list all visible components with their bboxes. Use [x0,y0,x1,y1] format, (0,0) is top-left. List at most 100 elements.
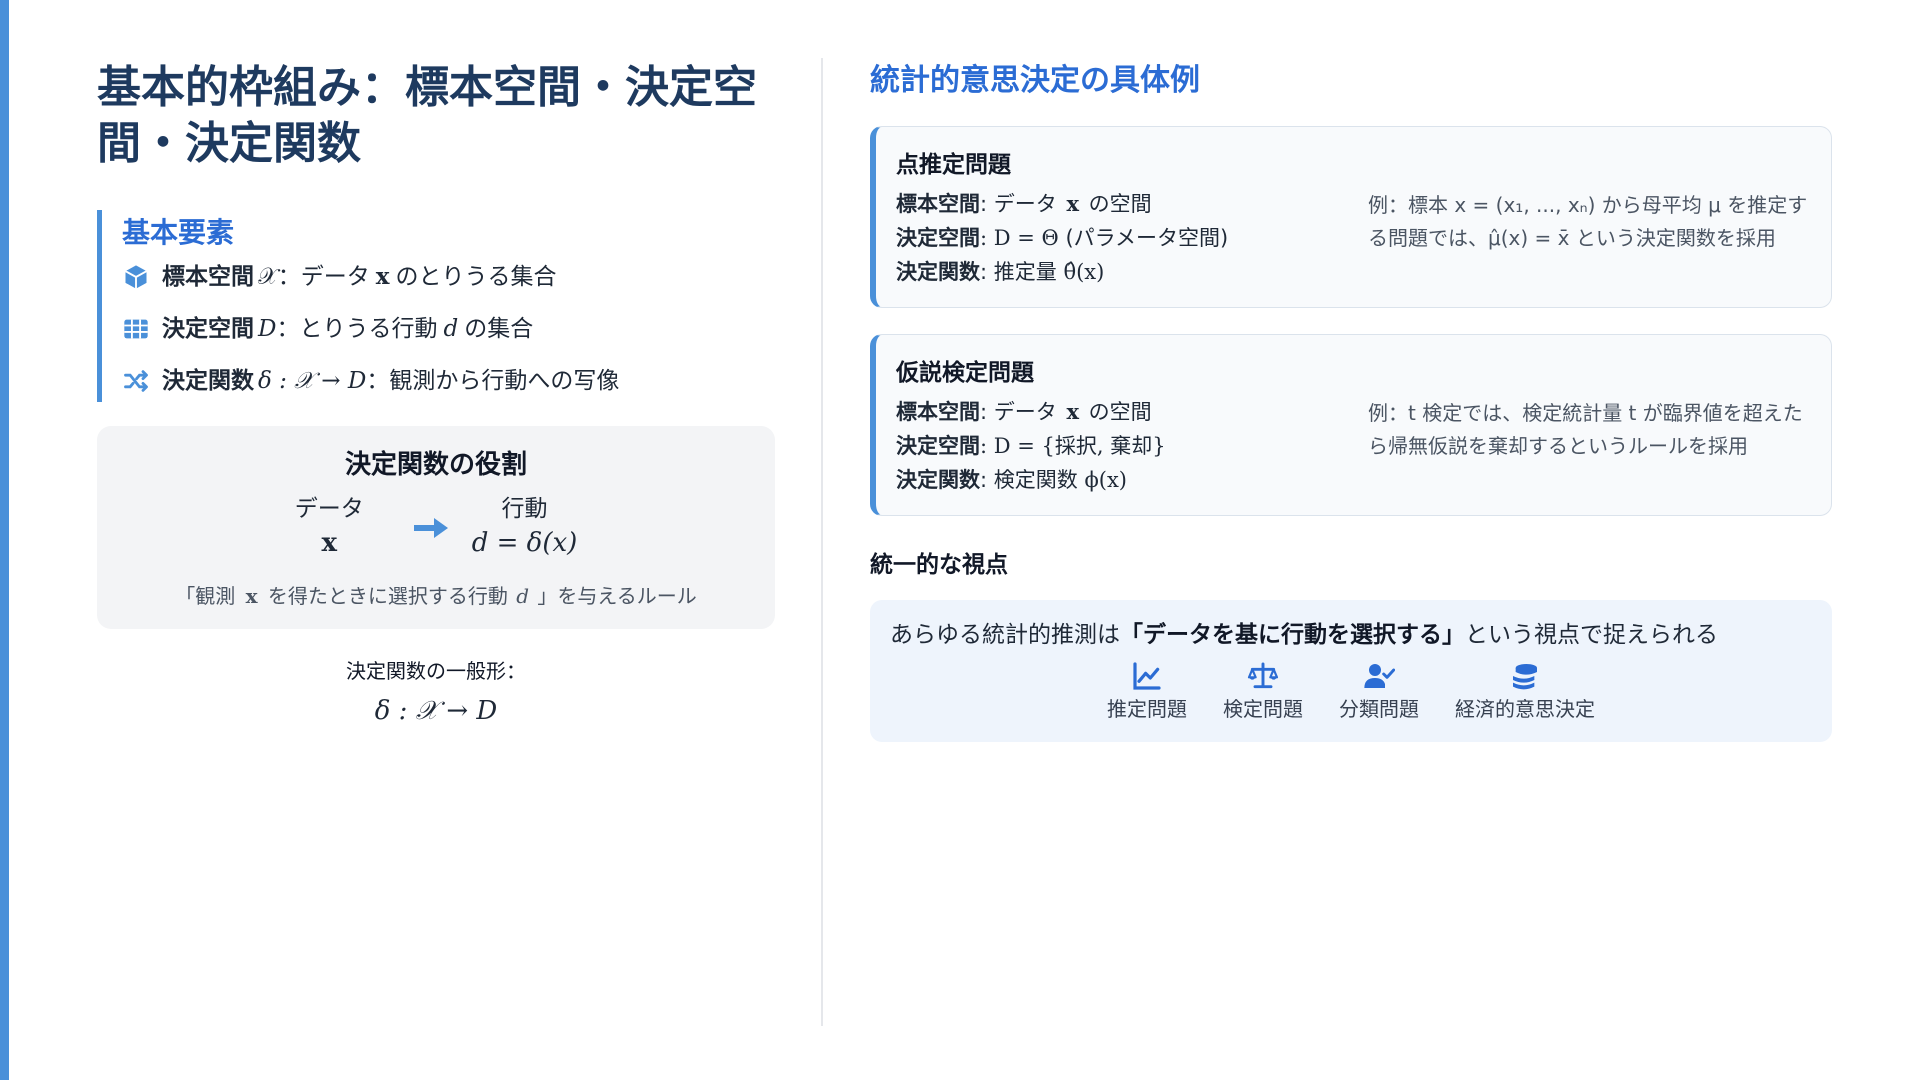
right-column: 統計的意思決定の具体例 点推定問題 標本空間: データ x の空間 決定空間: … [870,60,1832,742]
card-sample-var: x [1066,191,1079,216]
decision-function-role-card: 決定関数の役割 データ x 行動 d = δ(x) 「観測 x を得たときに選択… [97,426,775,629]
card-decision-function: 決定関数: 検定関数 ϕ(x) [896,463,1368,497]
basic-item-symbol: 𝒳 [258,264,278,290]
left-accent-bar [0,0,9,1080]
basic-item-text-b: の集合 [464,316,534,342]
card-func-label: 決定関数 [896,260,980,284]
unified-view-box: あらゆる統計的推測は「データを基に行動を選択する」という視点で捉えられる 推定問… [870,600,1832,742]
cube-icon [125,265,147,289]
role-note-post: 」を与えるルール [537,584,697,608]
card-sample-var: x [1066,399,1079,424]
card-func-pre: : 検定関数 [980,468,1078,492]
balance-scale-icon [1247,662,1279,689]
basic-elements-heading: 基本要素 [122,216,235,249]
chip-label: 経済的意思決定 [1455,697,1595,721]
examples-heading: 統計的意思決定の具体例 [870,63,1200,98]
role-output: 行動 d = δ(x) [472,494,578,562]
role-input-symbol: x [321,528,337,558]
table-icon [124,319,148,339]
card-decision-math: : D = {採択, 棄却} [980,434,1166,458]
shuffle-icon [124,370,148,392]
card-func-label: 決定関数 [896,468,980,492]
card-body: 標本空間: データ x の空間 決定空間: D = {採択, 棄却} 決定関数:… [896,395,1811,497]
general-form-formula: δ : 𝒳 → D [374,696,498,726]
role-note-mid: を得たときに選択する行動 [267,584,508,608]
unified-text-pre: あらゆる統計的推測は [890,622,1120,648]
coins-icon [1513,664,1537,690]
card-decision-math: : D = Θ [980,226,1059,250]
card-decision-post: (パラメータ空間) [1065,226,1229,250]
chip-estimation: 推定問題 [1107,660,1187,724]
card-sample-post: の空間 [1088,400,1152,424]
basic-elements-section: 基本要素 標本空間 𝒳 ： データ x のとりうる集合 決定空間 D ： とりう… [97,210,775,402]
chip-label: 検定問題 [1223,697,1303,721]
unified-view-text: あらゆる統計的推測は「データを基に行動を選択する」という視点で捉えられる [890,618,1812,652]
card-example: 例：標本 x = (x₁, ..., xₙ) から母平均 μ を推定する問題では… [1368,193,1808,250]
unified-text-post: という視点で捉えられる [1465,622,1718,648]
basic-item-symbol: δ : 𝒳 → D [258,368,367,394]
card-sample-pre: : データ [980,192,1057,216]
point-estimation-card: 点推定問題 標本空間: データ x の空間 決定空間: D = Θ (パラメータ… [870,126,1832,308]
card-sample-pre: : データ [980,400,1057,424]
basic-item-label: 決定関数 [162,368,254,394]
card-sample-space: 標本空間: データ x の空間 [896,187,1368,221]
role-note: 「観測 x を得たときに選択する行動 d 」を与えるルール [97,580,775,609]
basic-item-symbol: D [258,316,277,342]
card-title: 点推定問題 [896,152,1011,178]
basic-item-var: x [375,263,390,290]
chip-classification: 分類問題 [1339,660,1419,724]
basic-item-label: 決定空間 [162,316,254,342]
role-note-pre: 「観測 [175,584,236,608]
card-definitions: 標本空間: データ x の空間 決定空間: D = {採択, 棄却} 決定関数:… [896,395,1368,497]
role-heading: 決定関数の役割 [344,450,527,480]
card-decision-function: 決定関数: 推定量 θ̂(x) [896,255,1368,289]
role-note-var2: d [516,584,530,608]
hypothesis-test-card: 仮説検定問題 標本空間: データ x の空間 決定空間: D = {採択, 棄却… [870,334,1832,516]
card-title: 仮説検定問題 [896,360,1034,386]
unified-view-heading: 統一的な視点 [870,552,1008,578]
card-decision-space: 決定空間: D = {採択, 棄却} [896,429,1368,463]
role-input: データ x [295,494,364,562]
basic-item-decision-function: 決定関数 δ : 𝒳 → D ： 観測から行動への写像 [122,366,775,396]
card-func-math: θ̂(x) [1063,260,1105,284]
basic-item-sample-space: 標本空間 𝒳 ： データ x のとりうる集合 [122,262,775,292]
line-chart-icon [1133,662,1161,690]
basic-item-label: 標本空間 [162,264,254,290]
role-output-symbol: d = δ(x) [471,528,578,558]
role-note-var1: x [245,584,258,608]
general-form: 決定関数の一般形： δ : 𝒳 → D [97,657,775,731]
problem-types: 推定問題 検定問題 分類問題 経済的意思決定 [890,660,1812,724]
basic-item-text-a: データ [300,264,370,290]
general-form-label: 決定関数の一般形： [346,659,526,683]
unified-text-bold: 「データを基に行動を選択する」 [1120,622,1465,648]
basic-item-var: d [443,316,459,342]
basic-item-text-a: 観測から行動への写像 [389,368,620,394]
basic-item-decision-space: 決定空間 D ： とりうる行動 d の集合 [122,314,775,344]
user-check-icon [1364,664,1395,688]
card-body: 標本空間: データ x の空間 決定空間: D = Θ (パラメータ空間) 決定… [896,187,1811,289]
role-input-label: データ [294,496,364,522]
card-decision-space: 決定空間: D = Θ (パラメータ空間) [896,221,1368,255]
left-column: 基本的枠組み：標本空間・決定空間・決定関数 基本要素 標本空間 𝒳 ： データ … [97,60,775,731]
card-sample-label: 標本空間 [896,192,980,216]
chip-label: 推定問題 [1107,697,1187,721]
basic-item-text-b: のとりうる集合 [395,264,557,290]
card-sample-post: の空間 [1088,192,1152,216]
arrow-right-icon [413,518,448,538]
card-sample-space: 標本空間: データ x の空間 [896,395,1368,429]
chip-testing: 検定問題 [1223,660,1303,724]
basic-item-sep: ： [277,264,301,290]
page-title: 基本的枠組み：標本空間・決定空間・決定関数 [97,62,757,169]
role-output-label: 行動 [501,496,548,522]
basic-item-sep: ： [276,316,300,342]
chip-label: 分類問題 [1339,697,1419,721]
basic-item-text-a: とりうる行動 [299,316,438,342]
card-func-pre: : 推定量 [980,260,1057,284]
card-example: 例：t 検定では、検定統計量 t が臨界値を超えたら帰無仮説を棄却するというルー… [1368,401,1803,458]
role-flow: データ x 行動 d = δ(x) [97,494,775,562]
card-decision-label: 決定空間 [896,434,980,458]
card-decision-label: 決定空間 [896,226,980,250]
chip-economic-decision: 経済的意思決定 [1455,660,1595,724]
card-sample-label: 標本空間 [896,400,980,424]
card-definitions: 標本空間: データ x の空間 決定空間: D = Θ (パラメータ空間) 決定… [896,187,1368,289]
